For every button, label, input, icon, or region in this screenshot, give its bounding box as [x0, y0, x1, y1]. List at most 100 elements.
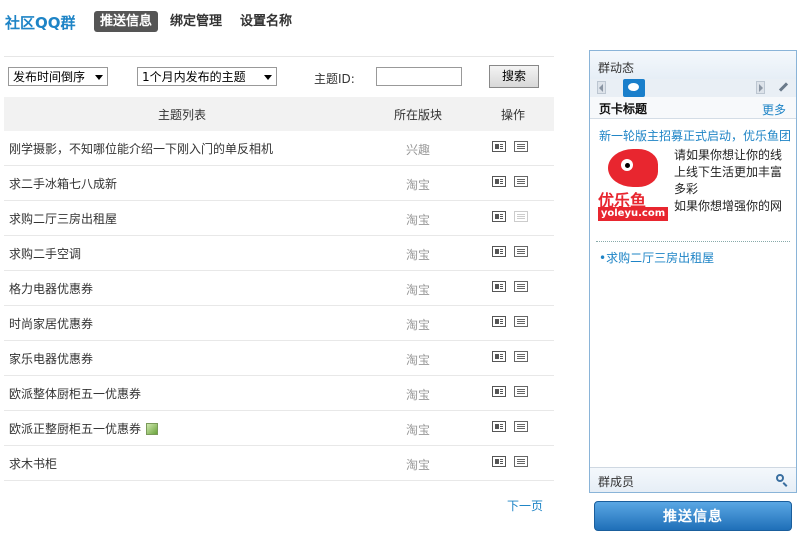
topic-title[interactable]: 求购二手空调: [9, 245, 81, 262]
search-icon[interactable]: [776, 474, 784, 482]
chat-bubble-icon[interactable]: [623, 79, 645, 97]
activity-link[interactable]: •求购二厅三房出租屋: [599, 249, 714, 266]
card-view-icon[interactable]: [492, 211, 506, 222]
wrench-icon[interactable]: [778, 82, 788, 92]
topic-list-panel: 发布时间倒序 1个月内发布的主题 主题ID: 搜索 主题列表 所在版块 操作 刚…: [4, 56, 554, 513]
topic-title-link[interactable]: 家乐电器优惠券: [9, 350, 93, 367]
time-range-select[interactable]: 1个月内发布的主题: [137, 67, 277, 86]
topic-id-input[interactable]: [376, 67, 462, 86]
row-actions: [492, 281, 528, 292]
topic-title[interactable]: 时尚家居优惠券: [9, 315, 93, 332]
col-actions: 操作: [501, 108, 526, 122]
topic-title-link[interactable]: 欧派整体厨柜五一优惠券: [9, 385, 141, 402]
desc-line: 如果你想增强你的网: [674, 199, 783, 213]
topic-id-label: 主题ID:: [314, 72, 355, 86]
topic-title[interactable]: 欧派正整厨柜五一优惠券: [9, 420, 141, 437]
list-view-icon[interactable]: [514, 351, 528, 362]
topic-title-link[interactable]: 求木书柜: [9, 455, 57, 472]
col-topic-list: 主题列表: [158, 108, 207, 122]
promo-link[interactable]: 新一轮版主招募正式启动，优乐鱼团: [599, 127, 791, 144]
search-button[interactable]: 搜索: [489, 65, 539, 88]
push-info-button[interactable]: 推送信息: [594, 501, 792, 531]
card-view-icon[interactable]: [492, 386, 506, 397]
card-view-icon[interactable]: [492, 246, 506, 257]
list-view-icon[interactable]: [514, 211, 528, 222]
card-view-icon[interactable]: [492, 421, 506, 432]
fish-logo-icon: [608, 149, 658, 187]
filter-bar: 发布时间倒序 1个月内发布的主题 主题ID: 搜索: [4, 56, 554, 97]
desc-line: 多彩: [674, 182, 699, 196]
table-row: 欧派正整厨柜五一优惠券 淘宝: [4, 411, 554, 446]
topic-title[interactable]: 家乐电器优惠券: [9, 350, 93, 367]
card-view-icon[interactable]: [492, 316, 506, 327]
topic-title-link[interactable]: 时尚家居优惠券: [9, 315, 93, 332]
row-actions: [492, 246, 528, 257]
topic-title[interactable]: 欧派整体厨柜五一优惠券: [9, 385, 141, 402]
table-row: 求购二手空调 淘宝: [4, 236, 554, 271]
tab-bind-manage[interactable]: 绑定管理: [164, 11, 228, 32]
topic-section: 淘宝: [405, 353, 430, 367]
topic-section: 淘宝: [405, 248, 430, 262]
panel-tab-bar: [590, 79, 796, 97]
card-view-icon[interactable]: [492, 351, 506, 362]
members-label: 群成员: [598, 475, 635, 489]
top-bar: 社区QQ群 推送信息 绑定管理 设置名称: [0, 0, 803, 40]
topic-title[interactable]: 求二手冰箱七八成新: [9, 175, 117, 192]
tab-push-info[interactable]: 推送信息: [94, 11, 159, 32]
list-view-icon[interactable]: [514, 316, 528, 327]
list-view-icon[interactable]: [514, 421, 528, 432]
time-range-value: 1个月内发布的主题: [142, 70, 246, 84]
topic-section: 淘宝: [405, 318, 430, 332]
panel-title: 群动态: [598, 61, 635, 75]
topic-title[interactable]: 刚学摄影，不知哪位能介绍一下刚入门的单反相机: [9, 140, 273, 157]
next-page-link[interactable]: 下一页: [507, 497, 543, 514]
col-section: 所在版块: [394, 108, 443, 122]
table-row: 求购二厅三房出租屋 淘宝: [4, 201, 554, 236]
members-bar: 群成员: [590, 467, 796, 492]
sort-select-value: 发布时间倒序: [13, 70, 86, 84]
prev-arrow-icon[interactable]: [597, 81, 606, 94]
topic-title-link[interactable]: 求二手冰箱七八成新: [9, 175, 117, 192]
sort-select[interactable]: 发布时间倒序: [8, 67, 108, 86]
row-actions: [492, 456, 528, 467]
desc-line: 请如果你想让你的线: [674, 148, 783, 162]
tab-set-name[interactable]: 设置名称: [234, 11, 298, 32]
topic-title[interactable]: 求木书柜: [9, 455, 57, 472]
brand-title: 社区QQ群: [5, 14, 76, 32]
section-header: 页卡标题 更多: [590, 97, 796, 119]
list-view-icon[interactable]: [514, 456, 528, 467]
table-body: 刚学摄影，不知哪位能介绍一下刚入门的单反相机 兴趣 求二手冰箱七八成新 淘宝 求购二厅三…: [4, 131, 554, 481]
list-view-icon[interactable]: [514, 141, 528, 152]
yoleyu-logo[interactable]: 优乐鱼 yoleyu.com: [596, 147, 670, 225]
card-view-icon[interactable]: [492, 176, 506, 187]
topic-title-link[interactable]: 求购二厅三房出租屋: [9, 210, 117, 227]
topic-title-link[interactable]: 刚学摄影，不知哪位能介绍一下刚入门的单反相机: [9, 140, 273, 157]
row-actions: [492, 211, 528, 222]
list-view-icon[interactable]: [514, 281, 528, 292]
card-view-icon[interactable]: [492, 456, 506, 467]
topic-section: 淘宝: [405, 458, 430, 472]
topic-section: 淘宝: [405, 388, 430, 402]
topic-section: 淘宝: [405, 213, 430, 227]
table-row: 欧派整体厨柜五一优惠券 淘宝: [4, 376, 554, 411]
topic-section: 淘宝: [405, 178, 430, 192]
chevron-down-icon: [95, 75, 103, 80]
row-actions: [492, 351, 528, 362]
topic-title-link[interactable]: 求购二手空调: [9, 245, 81, 262]
next-arrow-icon[interactable]: [756, 81, 765, 94]
list-view-icon[interactable]: [514, 246, 528, 257]
row-actions: [492, 141, 528, 152]
topic-title-link[interactable]: 格力电器优惠券: [9, 280, 93, 297]
card-view-icon[interactable]: [492, 281, 506, 292]
table-row: 格力电器优惠券 淘宝: [4, 271, 554, 306]
more-link[interactable]: 更多: [762, 101, 786, 118]
table-row: 刚学摄影，不知哪位能介绍一下刚入门的单反相机 兴趣: [4, 131, 554, 166]
image-icon: [146, 422, 159, 435]
list-view-icon[interactable]: [514, 386, 528, 397]
topic-title-link[interactable]: 欧派正整厨柜五一优惠券: [9, 420, 159, 437]
card-view-icon[interactable]: [492, 141, 506, 152]
topic-section: 淘宝: [405, 423, 430, 437]
topic-title[interactable]: 格力电器优惠券: [9, 280, 93, 297]
list-view-icon[interactable]: [514, 176, 528, 187]
topic-title[interactable]: 求购二厅三房出租屋: [9, 210, 117, 227]
